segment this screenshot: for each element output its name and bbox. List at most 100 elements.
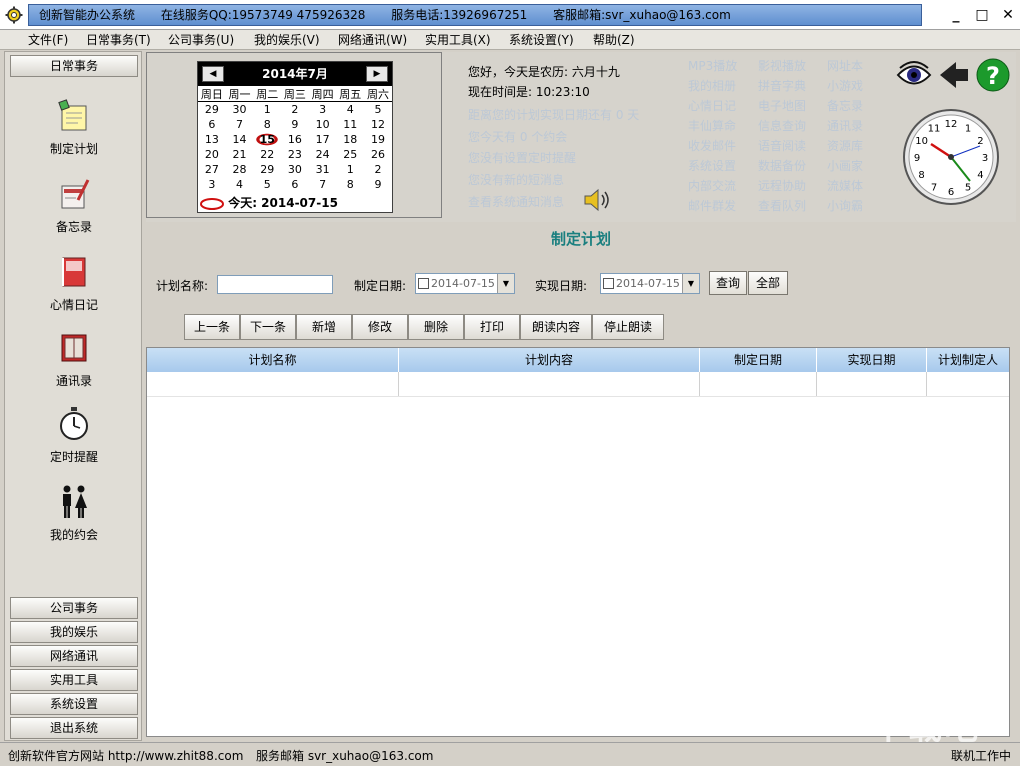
quick-link[interactable]: 资源库 — [827, 136, 887, 156]
calendar-day[interactable]: 22 — [253, 147, 281, 162]
add-button[interactable]: 新增 — [296, 314, 352, 340]
quick-link[interactable]: 心情日记 — [688, 96, 748, 116]
calendar-prev-button[interactable]: ◀ — [202, 66, 224, 82]
plan-name-input[interactable] — [217, 275, 333, 294]
appointment-count[interactable]: 您今天有 0 个约会 — [468, 128, 567, 145]
calendar-day[interactable]: 18 — [336, 132, 364, 147]
column-author[interactable]: 计划制定人 — [927, 348, 1009, 372]
menu-settings[interactable]: 系统设置(Y) — [509, 32, 574, 48]
calendar-day[interactable]: 8 — [253, 117, 281, 132]
calendar-day[interactable]: 5 — [364, 102, 392, 117]
calendar-day[interactable]: 6 — [281, 177, 309, 192]
quick-link[interactable]: 内部交流 — [688, 176, 748, 196]
calendar-day[interactable]: 20 — [198, 147, 226, 162]
quick-link[interactable]: 影视播放 — [758, 56, 818, 76]
menu-help[interactable]: 帮助(Z) — [593, 32, 635, 48]
menu-daily-affairs[interactable]: 日常事务(T) — [86, 32, 151, 48]
calendar-day[interactable]: 30 — [281, 162, 309, 177]
calendar-day[interactable]: 30 — [226, 102, 254, 117]
calendar-day[interactable]: 29 — [198, 102, 226, 117]
calendar-today[interactable]: 今天: 2014-07-15 — [200, 194, 338, 211]
sidebar-tool-memo[interactable]: 备忘录 — [15, 176, 133, 235]
calendar-day[interactable]: 3 — [309, 102, 337, 117]
sidebar-header-daily[interactable]: 日常事务 — [10, 55, 138, 77]
show-all-button[interactable]: 全部 — [748, 271, 788, 295]
calendar-next-button[interactable]: ▶ — [366, 66, 388, 82]
message-status[interactable]: 您没有新的短消息 — [468, 171, 564, 188]
eye-icon[interactable] — [896, 60, 932, 90]
calendar-day[interactable]: 11 — [336, 117, 364, 132]
quick-link[interactable]: 丰仙算命 — [688, 116, 748, 136]
delete-button[interactable]: 删除 — [408, 314, 464, 340]
maximize-button[interactable]: □ — [968, 4, 996, 26]
back-arrow-icon[interactable] — [938, 60, 970, 90]
sidebar-tool-address-book[interactable]: 通讯录 — [15, 330, 133, 389]
calendar-day[interactable]: 2 — [364, 162, 392, 177]
make-date-picker[interactable]: 2014-07-15 ▼ — [415, 273, 515, 294]
calendar-day[interactable]: 7 — [309, 177, 337, 192]
close-button[interactable]: ✕ — [994, 4, 1020, 26]
sidebar-section-tools[interactable]: 实用工具 — [10, 669, 138, 691]
sidebar-section-entertainment[interactable]: 我的娱乐 — [10, 621, 138, 643]
column-plan-content[interactable]: 计划内容 — [399, 348, 700, 372]
minimize-button[interactable]: _ — [942, 4, 970, 26]
calendar-day[interactable]: 6 — [198, 117, 226, 132]
calendar-day[interactable]: 7 — [226, 117, 254, 132]
calendar-day[interactable]: 13 — [198, 132, 226, 147]
quick-link[interactable]: 拼音字典 — [758, 76, 818, 96]
calendar-day[interactable]: 29 — [253, 162, 281, 177]
speaker-icon[interactable] — [582, 186, 616, 214]
quick-link[interactable]: 流媒体 — [827, 176, 887, 196]
calendar-day[interactable]: 10 — [309, 117, 337, 132]
quick-link[interactable]: 查看队列 — [758, 196, 818, 216]
calendar-day[interactable]: 3 — [198, 177, 226, 192]
calendar-day[interactable]: 31 — [309, 162, 337, 177]
edit-button[interactable]: 修改 — [352, 314, 408, 340]
quick-link[interactable]: MP3播放 — [688, 56, 748, 76]
menu-entertainment[interactable]: 我的娱乐(V) — [254, 32, 320, 48]
next-record-button[interactable]: 下一条 — [240, 314, 296, 340]
column-plan-name[interactable]: 计划名称 — [147, 348, 399, 372]
quick-link[interactable]: 我的相册 — [688, 76, 748, 96]
quick-link[interactable]: 小游戏 — [827, 76, 887, 96]
calendar-day[interactable]: 19 — [364, 132, 392, 147]
calendar-day[interactable]: 12 — [364, 117, 392, 132]
sidebar-section-network[interactable]: 网络通讯 — [10, 645, 138, 667]
quick-link[interactable]: 数据备份 — [758, 156, 818, 176]
quick-link[interactable]: 信息查询 — [758, 116, 818, 136]
calendar-day[interactable]: 28 — [226, 162, 254, 177]
quick-link[interactable]: 小画家 — [827, 156, 887, 176]
prev-record-button[interactable]: 上一条 — [184, 314, 240, 340]
calendar-day[interactable]: 5 — [253, 177, 281, 192]
calendar-day[interactable]: 16 — [281, 132, 309, 147]
reminder-status[interactable]: 您没有设置定时提醒 — [468, 149, 576, 166]
help-icon[interactable]: ? — [976, 58, 1010, 92]
calendar-day[interactable]: 2 — [281, 102, 309, 117]
make-date-checkbox[interactable] — [418, 278, 429, 289]
calendar-day[interactable]: 8 — [336, 177, 364, 192]
quick-link[interactable]: 网址本 — [827, 56, 887, 76]
quick-link[interactable]: 备忘录 — [827, 96, 887, 116]
quick-link[interactable]: 小询霸 — [827, 196, 887, 216]
quick-link[interactable]: 收发邮件 — [688, 136, 748, 156]
column-achieve-date[interactable]: 实现日期 — [817, 348, 927, 372]
quick-link[interactable]: 邮件群发 — [688, 196, 748, 216]
dropdown-arrow-icon[interactable]: ▼ — [682, 274, 699, 293]
sidebar-section-exit[interactable]: 退出系统 — [10, 717, 138, 739]
calendar-day[interactable]: 25 — [336, 147, 364, 162]
calendar-day[interactable]: 27 — [198, 162, 226, 177]
calendar-day[interactable]: 15 — [253, 132, 282, 147]
calendar-day[interactable]: 17 — [309, 132, 337, 147]
sidebar-tool-timer[interactable]: 定时提醒 — [15, 406, 133, 465]
dropdown-arrow-icon[interactable]: ▼ — [497, 274, 514, 293]
quick-link[interactable]: 语音阅读 — [758, 136, 818, 156]
quick-link[interactable]: 电子地图 — [758, 96, 818, 116]
plan-countdown[interactable]: 距离您的计划实现日期还有 0 天 — [468, 106, 639, 123]
menu-tools[interactable]: 实用工具(X) — [425, 32, 491, 48]
calendar-day[interactable]: 9 — [364, 177, 392, 192]
print-button[interactable]: 打印 — [464, 314, 520, 340]
sidebar-tool-appointment[interactable]: 我的约会 — [15, 484, 133, 543]
quick-link[interactable]: 远程协助 — [758, 176, 818, 196]
calendar-day[interactable]: 9 — [281, 117, 309, 132]
calendar-day[interactable]: 1 — [253, 102, 281, 117]
